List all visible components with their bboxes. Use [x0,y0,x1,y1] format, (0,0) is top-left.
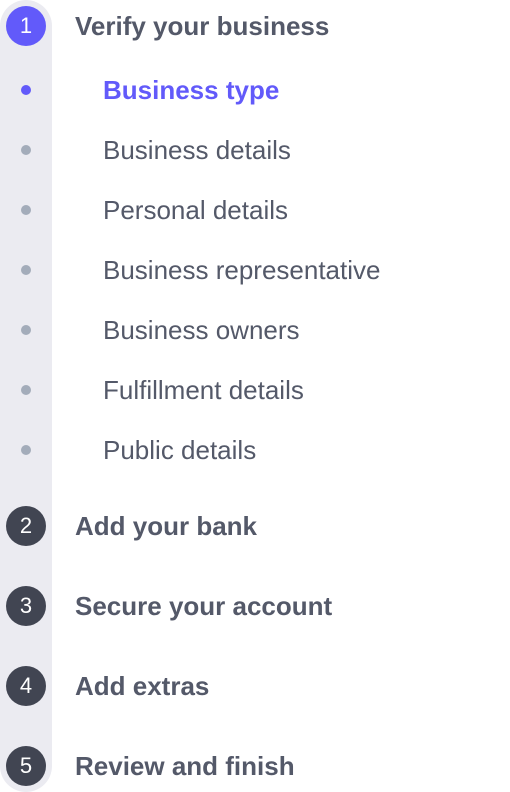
step-add-extras[interactable]: 4 Add extras [0,666,510,706]
step-number-badge: 2 [6,506,46,546]
step-review-and-finish[interactable]: 5 Review and finish [0,746,510,786]
substep-label: Business representative [103,255,381,285]
substep-fulfillment-details[interactable]: Fulfillment details [0,372,510,408]
substep-business-owners[interactable]: Business owners [0,312,510,348]
step-number-badge: 5 [6,746,46,786]
pending-step-dot-icon [21,325,31,335]
substep-label: Fulfillment details [103,375,304,405]
current-step-dot-icon [21,85,31,95]
pending-step-dot-icon [21,145,31,155]
substep-public-details[interactable]: Public details [0,432,510,468]
step-verify-your-business[interactable]: 1 Verify your business [0,6,510,46]
pending-step-dot-icon [21,205,31,215]
step-label: Add your bank [75,511,258,541]
step-number-badge: 3 [6,586,46,626]
substep-personal-details[interactable]: Personal details [0,192,510,228]
substep-label: Business type [103,75,280,105]
step-add-your-bank[interactable]: 2 Add your bank [0,506,510,546]
step-number-badge: 4 [6,666,46,706]
substep-business-details[interactable]: Business details [0,132,510,168]
pending-step-dot-icon [21,445,31,455]
step-secure-your-account[interactable]: 3 Secure your account [0,586,510,626]
substep-label: Business details [103,135,291,165]
step-label: Verify your business [75,11,330,41]
step-label: Review and finish [75,751,295,781]
substep-label: Personal details [103,195,288,225]
substep-business-representative[interactable]: Business representative [0,252,510,288]
step-number-badge: 1 [6,6,46,46]
substep-business-type[interactable]: Business type [0,72,510,108]
substep-label: Public details [103,435,257,465]
substep-label: Business owners [103,315,300,345]
step-label: Secure your account [75,591,333,621]
pending-step-dot-icon [21,265,31,275]
pending-step-dot-icon [21,385,31,395]
step-label: Add extras [75,671,210,701]
